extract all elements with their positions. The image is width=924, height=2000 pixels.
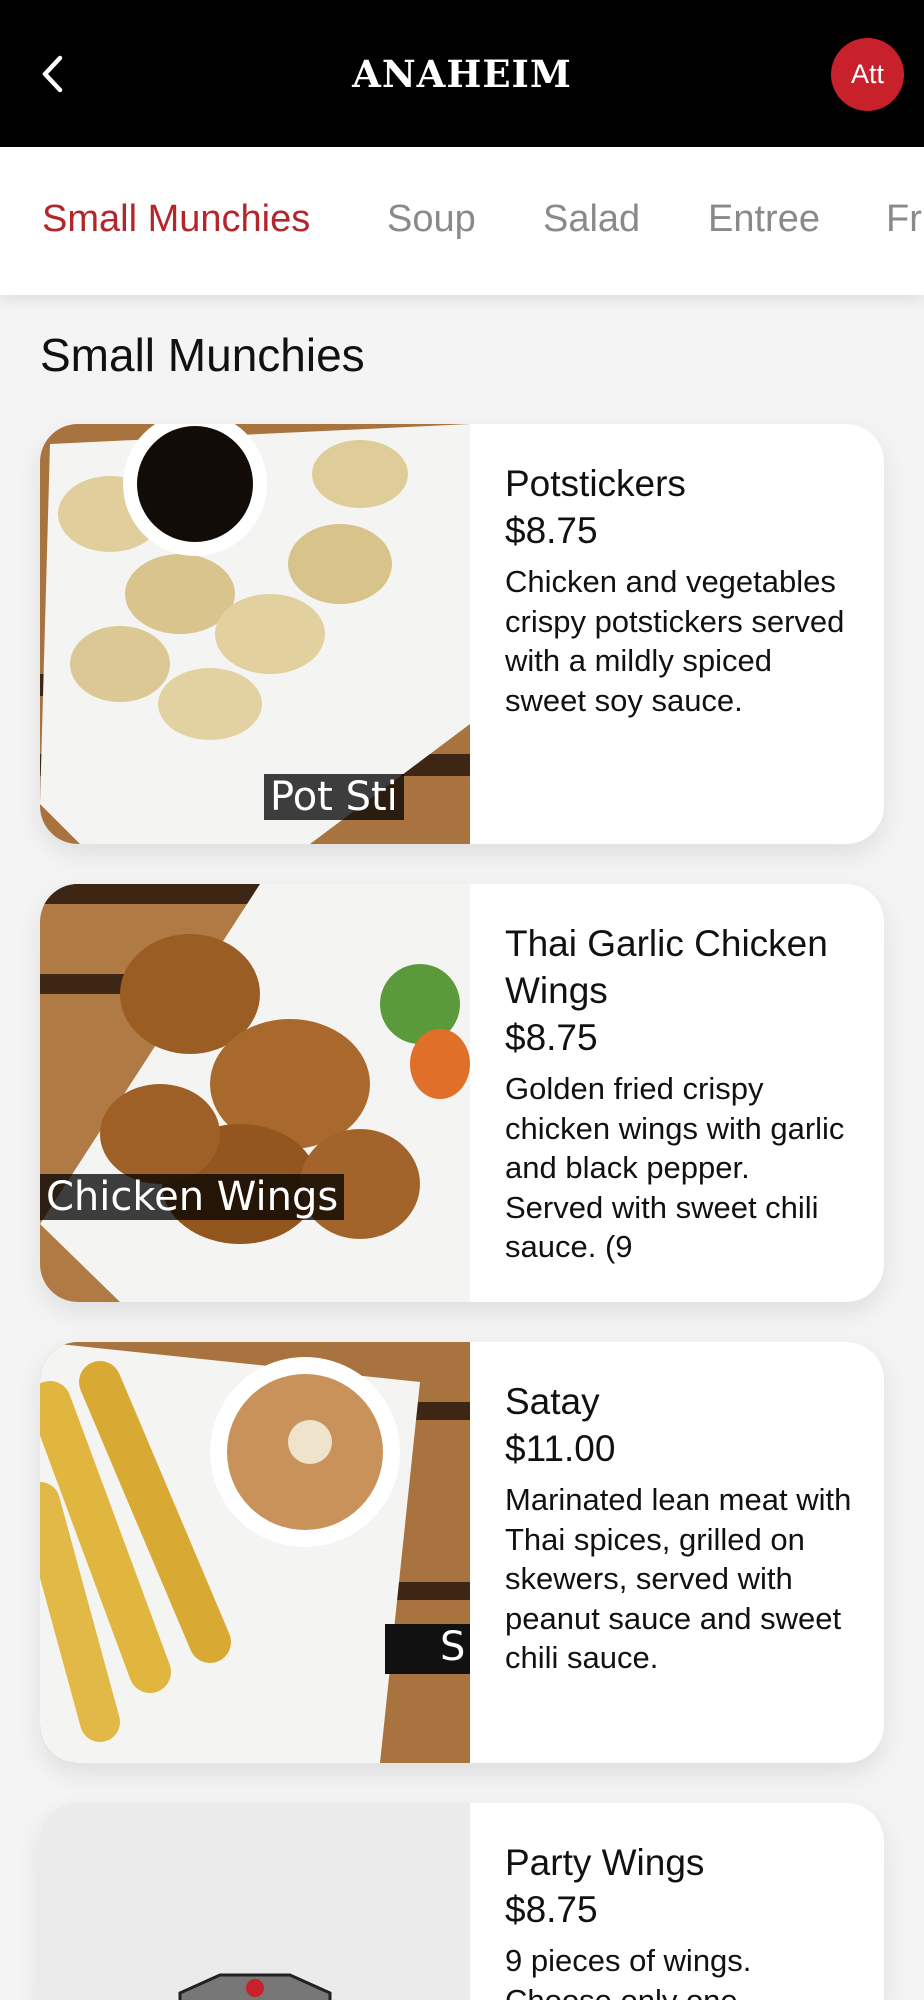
item-description: 9 pieces of wings. Choose only one [505, 1943, 752, 2000]
menu-item-card[interactable]: Chicken Wings Thai Garlic Chicken Wings … [40, 884, 884, 1302]
menu-item-card[interactable]: Pot Sti Potstickers $8.75 Chicken and ve… [40, 424, 884, 844]
tab-small-munchies[interactable]: Small Munchies [42, 198, 310, 241]
tab-entree[interactable]: Entree [708, 198, 820, 241]
image-caption: S [440, 1624, 466, 1670]
item-price: $8.75 [505, 510, 598, 551]
tab-salad[interactable]: Salad [543, 198, 640, 241]
tab-soup[interactable]: Soup [387, 198, 476, 241]
item-name: Satay [505, 1381, 600, 1422]
item-name: Party Wings [505, 1842, 705, 1883]
item-price: $8.75 [505, 1889, 598, 1930]
item-price: $8.75 [505, 1017, 598, 1058]
item-description: Golden fried crispy chicken wings with g… [505, 1071, 845, 1264]
image-caption: Pot Sti [264, 774, 404, 820]
item-details: Satay $11.00 Marinated lean meat with Th… [505, 1378, 854, 1678]
category-tabs: Small Munchies Soup Salad Entree Fr [0, 147, 924, 295]
item-price: $11.00 [505, 1428, 616, 1469]
item-image: S [40, 1342, 470, 1763]
item-details: Potstickers $8.75 Chicken and vegetables… [505, 460, 854, 720]
menu-item-card[interactable]: S Satay $11.00 Marinated lean meat with … [40, 1342, 884, 1763]
tab-fried[interactable]: Fr [886, 198, 922, 241]
item-details: Party Wings $8.75 9 pieces of wings. Cho… [505, 1839, 854, 2000]
page-title: ANAHEIM [352, 52, 572, 96]
image-caption: Chicken Wings [40, 1174, 345, 1220]
item-image: Pot Sti [40, 424, 470, 844]
item-name: Potstickers [505, 463, 686, 504]
top-app-bar: ANAHEIM Att [0, 0, 924, 147]
item-image: Chicken Wings [40, 884, 470, 1302]
item-description: Chicken and vegetables crispy potsticker… [505, 564, 845, 718]
item-name: Thai Garlic Chicken Wings [505, 923, 828, 1011]
item-image [40, 1803, 470, 2000]
section-title: Small Munchies [40, 329, 365, 381]
item-description: Marinated lean meat with Thai spices, gr… [505, 1482, 852, 1675]
item-details: Thai Garlic Chicken Wings $8.75 Golden f… [505, 920, 854, 1267]
menu-item-card[interactable]: Party Wings $8.75 9 pieces of wings. Cho… [40, 1803, 884, 2000]
avatar[interactable]: Att [831, 38, 904, 111]
